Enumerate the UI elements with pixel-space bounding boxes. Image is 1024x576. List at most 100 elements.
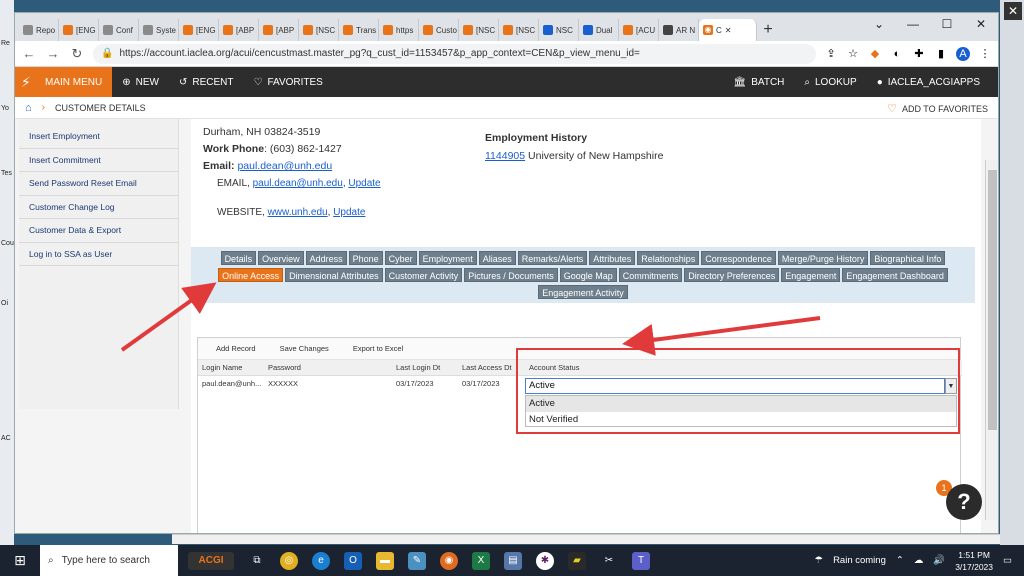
browser-tab[interactable]: [NSC — [459, 19, 499, 41]
favorites-button[interactable]: ♡ FAVORITES — [243, 77, 332, 88]
teams-icon[interactable]: T — [632, 551, 650, 570]
sidebar-item[interactable]: Insert Commitment — [19, 149, 178, 172]
website-update-link[interactable]: Update — [333, 207, 365, 218]
home-icon[interactable]: ⌂ — [25, 102, 32, 114]
website-link[interactable]: www.unh.edu — [268, 207, 328, 218]
browser-tab[interactable]: [ACU — [619, 19, 659, 41]
tab-merge-purge-history[interactable]: Merge/Purge History — [777, 251, 869, 265]
browser-tab[interactable]: AR N — [659, 19, 699, 41]
browser-tab[interactable]: Trans — [339, 19, 379, 41]
tab-correspondence[interactable]: Correspondence — [701, 251, 776, 265]
network-icon[interactable]: ☁ — [914, 555, 924, 566]
task-view-icon[interactable]: ⧉ — [248, 552, 266, 570]
browser-tab[interactable]: [ENG — [59, 19, 99, 41]
tab-dimensional-attributes[interactable]: Dimensional Attributes — [285, 268, 383, 282]
share-icon[interactable]: ⇪ — [824, 47, 838, 61]
batch-button[interactable]: 🏛 BATCH — [724, 77, 795, 88]
extension-fox-icon[interactable]: ◆ — [868, 47, 882, 61]
sidebar-item[interactable]: Send Password Reset Email — [19, 172, 178, 196]
new-tab-button[interactable]: + — [757, 19, 779, 41]
sidebar-item[interactable]: Customer Change Log — [19, 196, 178, 219]
close-icon[interactable]: ✕ — [725, 26, 732, 35]
browser-tab[interactable]: Syste — [139, 19, 179, 41]
chrome-icon[interactable]: ◎ — [280, 551, 298, 570]
browser-tab[interactable]: Custo — [419, 19, 459, 41]
windows-start-icon[interactable]: ⊞ — [0, 552, 40, 569]
reload-button[interactable]: ↻ — [69, 46, 85, 62]
tab-biographical-info[interactable]: Biographical Info — [870, 251, 946, 265]
lookup-button[interactable]: ⌕ LOOKUP — [794, 77, 866, 88]
browser-tab[interactable]: https — [379, 19, 419, 41]
new-button[interactable]: ⊕ NEW — [112, 77, 169, 88]
minimize-icon[interactable]: — — [896, 13, 930, 35]
tab-commitments[interactable]: Commitments — [618, 268, 683, 282]
tab-online-access[interactable]: Online Access — [218, 268, 284, 282]
browser-tab[interactable]: [ENG — [179, 19, 219, 41]
browser-tab[interactable]: NSC — [539, 19, 579, 41]
horizontal-scrollbar[interactable] — [172, 534, 1000, 544]
close-icon[interactable]: ✕ — [964, 13, 998, 35]
scrollbar-thumb[interactable] — [988, 170, 997, 430]
chevron-down-icon[interactable]: ⌄ — [862, 13, 896, 35]
tab-employment[interactable]: Employment — [418, 251, 477, 265]
close-icon[interactable]: ✕ — [1004, 2, 1022, 20]
email-link[interactable]: paul.dean@unh.edu — [237, 160, 332, 172]
browser-tab[interactable]: [ABP — [259, 19, 299, 41]
snip-icon[interactable]: ✂ — [600, 552, 618, 570]
tab-pictures-documents[interactable]: Pictures / Documents — [464, 268, 558, 282]
browser-tab[interactable]: Conf — [99, 19, 139, 41]
browser-tab-active[interactable]: ◉ C ✕ — [699, 19, 757, 41]
tab-engagement-activity[interactable]: Engagement Activity — [538, 285, 628, 299]
maximize-icon[interactable]: ☐ — [930, 13, 964, 35]
tab-details[interactable]: Details — [220, 251, 257, 265]
star-icon[interactable]: ☆ — [846, 47, 860, 61]
puzzle-icon[interactable]: ✚ — [912, 47, 926, 61]
tab-relationships[interactable]: Relationships — [637, 251, 700, 265]
browser-tab[interactable]: [ABP — [219, 19, 259, 41]
app-icon[interactable]: ▰ — [568, 551, 586, 570]
speaker-icon[interactable]: 🔊 — [933, 555, 945, 566]
tab-phone[interactable]: Phone — [348, 251, 383, 265]
tab-engagement-dashboard[interactable]: Engagement Dashboard — [842, 268, 948, 282]
main-menu-button[interactable]: ⚡ MAIN MENU — [15, 67, 113, 97]
tab-attributes[interactable]: Attributes — [589, 251, 636, 265]
tab-address[interactable]: Address — [305, 251, 347, 265]
save-changes-button[interactable]: Save Changes — [280, 344, 329, 353]
chevron-up-icon[interactable]: ⌃ — [896, 555, 904, 566]
outlook-icon[interactable]: O — [344, 551, 362, 570]
taskbar-search[interactable]: ⌕ Type here to search — [40, 545, 178, 576]
weather-text[interactable]: Rain coming — [833, 555, 886, 566]
add-to-favorites-link[interactable]: ♡ ADD TO FAVORITES — [887, 102, 988, 115]
browser-tab[interactable]: [NSC — [499, 19, 539, 41]
sidebar-item[interactable]: Insert Employment — [19, 125, 178, 149]
help-button[interactable]: ? — [946, 484, 982, 520]
notification-icon[interactable]: ▭ — [1003, 555, 1012, 566]
file-explorer-icon[interactable]: ▬ — [376, 551, 394, 570]
browser-tab[interactable]: Repo — [19, 19, 59, 41]
extension-icon[interactable]: ◐ — [890, 47, 904, 61]
page-scrollbar[interactable] — [985, 160, 998, 520]
url-field[interactable]: 🔒 https://account.iaclea.org/acui/cencus… — [93, 43, 816, 64]
tab-directory-preferences[interactable]: Directory Preferences — [684, 268, 780, 282]
email-update-link[interactable]: Update — [348, 178, 380, 189]
sidepanel-icon[interactable]: ▮ — [934, 47, 948, 61]
recent-button[interactable]: ↺ RECENT — [169, 77, 244, 88]
export-excel-button[interactable]: Export to Excel — [353, 344, 403, 353]
tab-remarks-alerts[interactable]: Remarks/Alerts — [517, 251, 588, 265]
app-icon[interactable]: ▤ — [504, 551, 522, 570]
employment-id-link[interactable]: 1144905 — [485, 150, 525, 162]
back-button[interactable]: ← — [21, 46, 37, 61]
email-entry-link[interactable]: paul.dean@unh.edu — [253, 178, 343, 189]
tab-google-map[interactable]: Google Map — [559, 268, 617, 282]
notepad-icon[interactable]: ✎ — [408, 551, 426, 570]
forward-button[interactable]: → — [45, 46, 61, 61]
browser-tab[interactable]: [NSC — [299, 19, 339, 41]
acgi-app-icon[interactable]: ACGI — [188, 551, 234, 570]
tab-overview[interactable]: Overview — [258, 251, 304, 265]
avatar[interactable]: A — [956, 46, 970, 61]
excel-icon[interactable]: X — [472, 551, 490, 570]
kebab-menu-icon[interactable]: ⋮ — [978, 47, 992, 61]
edge-icon[interactable]: e — [312, 551, 330, 570]
firefox-icon[interactable]: ◉ — [440, 551, 458, 570]
tab-customer-activity[interactable]: Customer Activity — [384, 268, 463, 282]
